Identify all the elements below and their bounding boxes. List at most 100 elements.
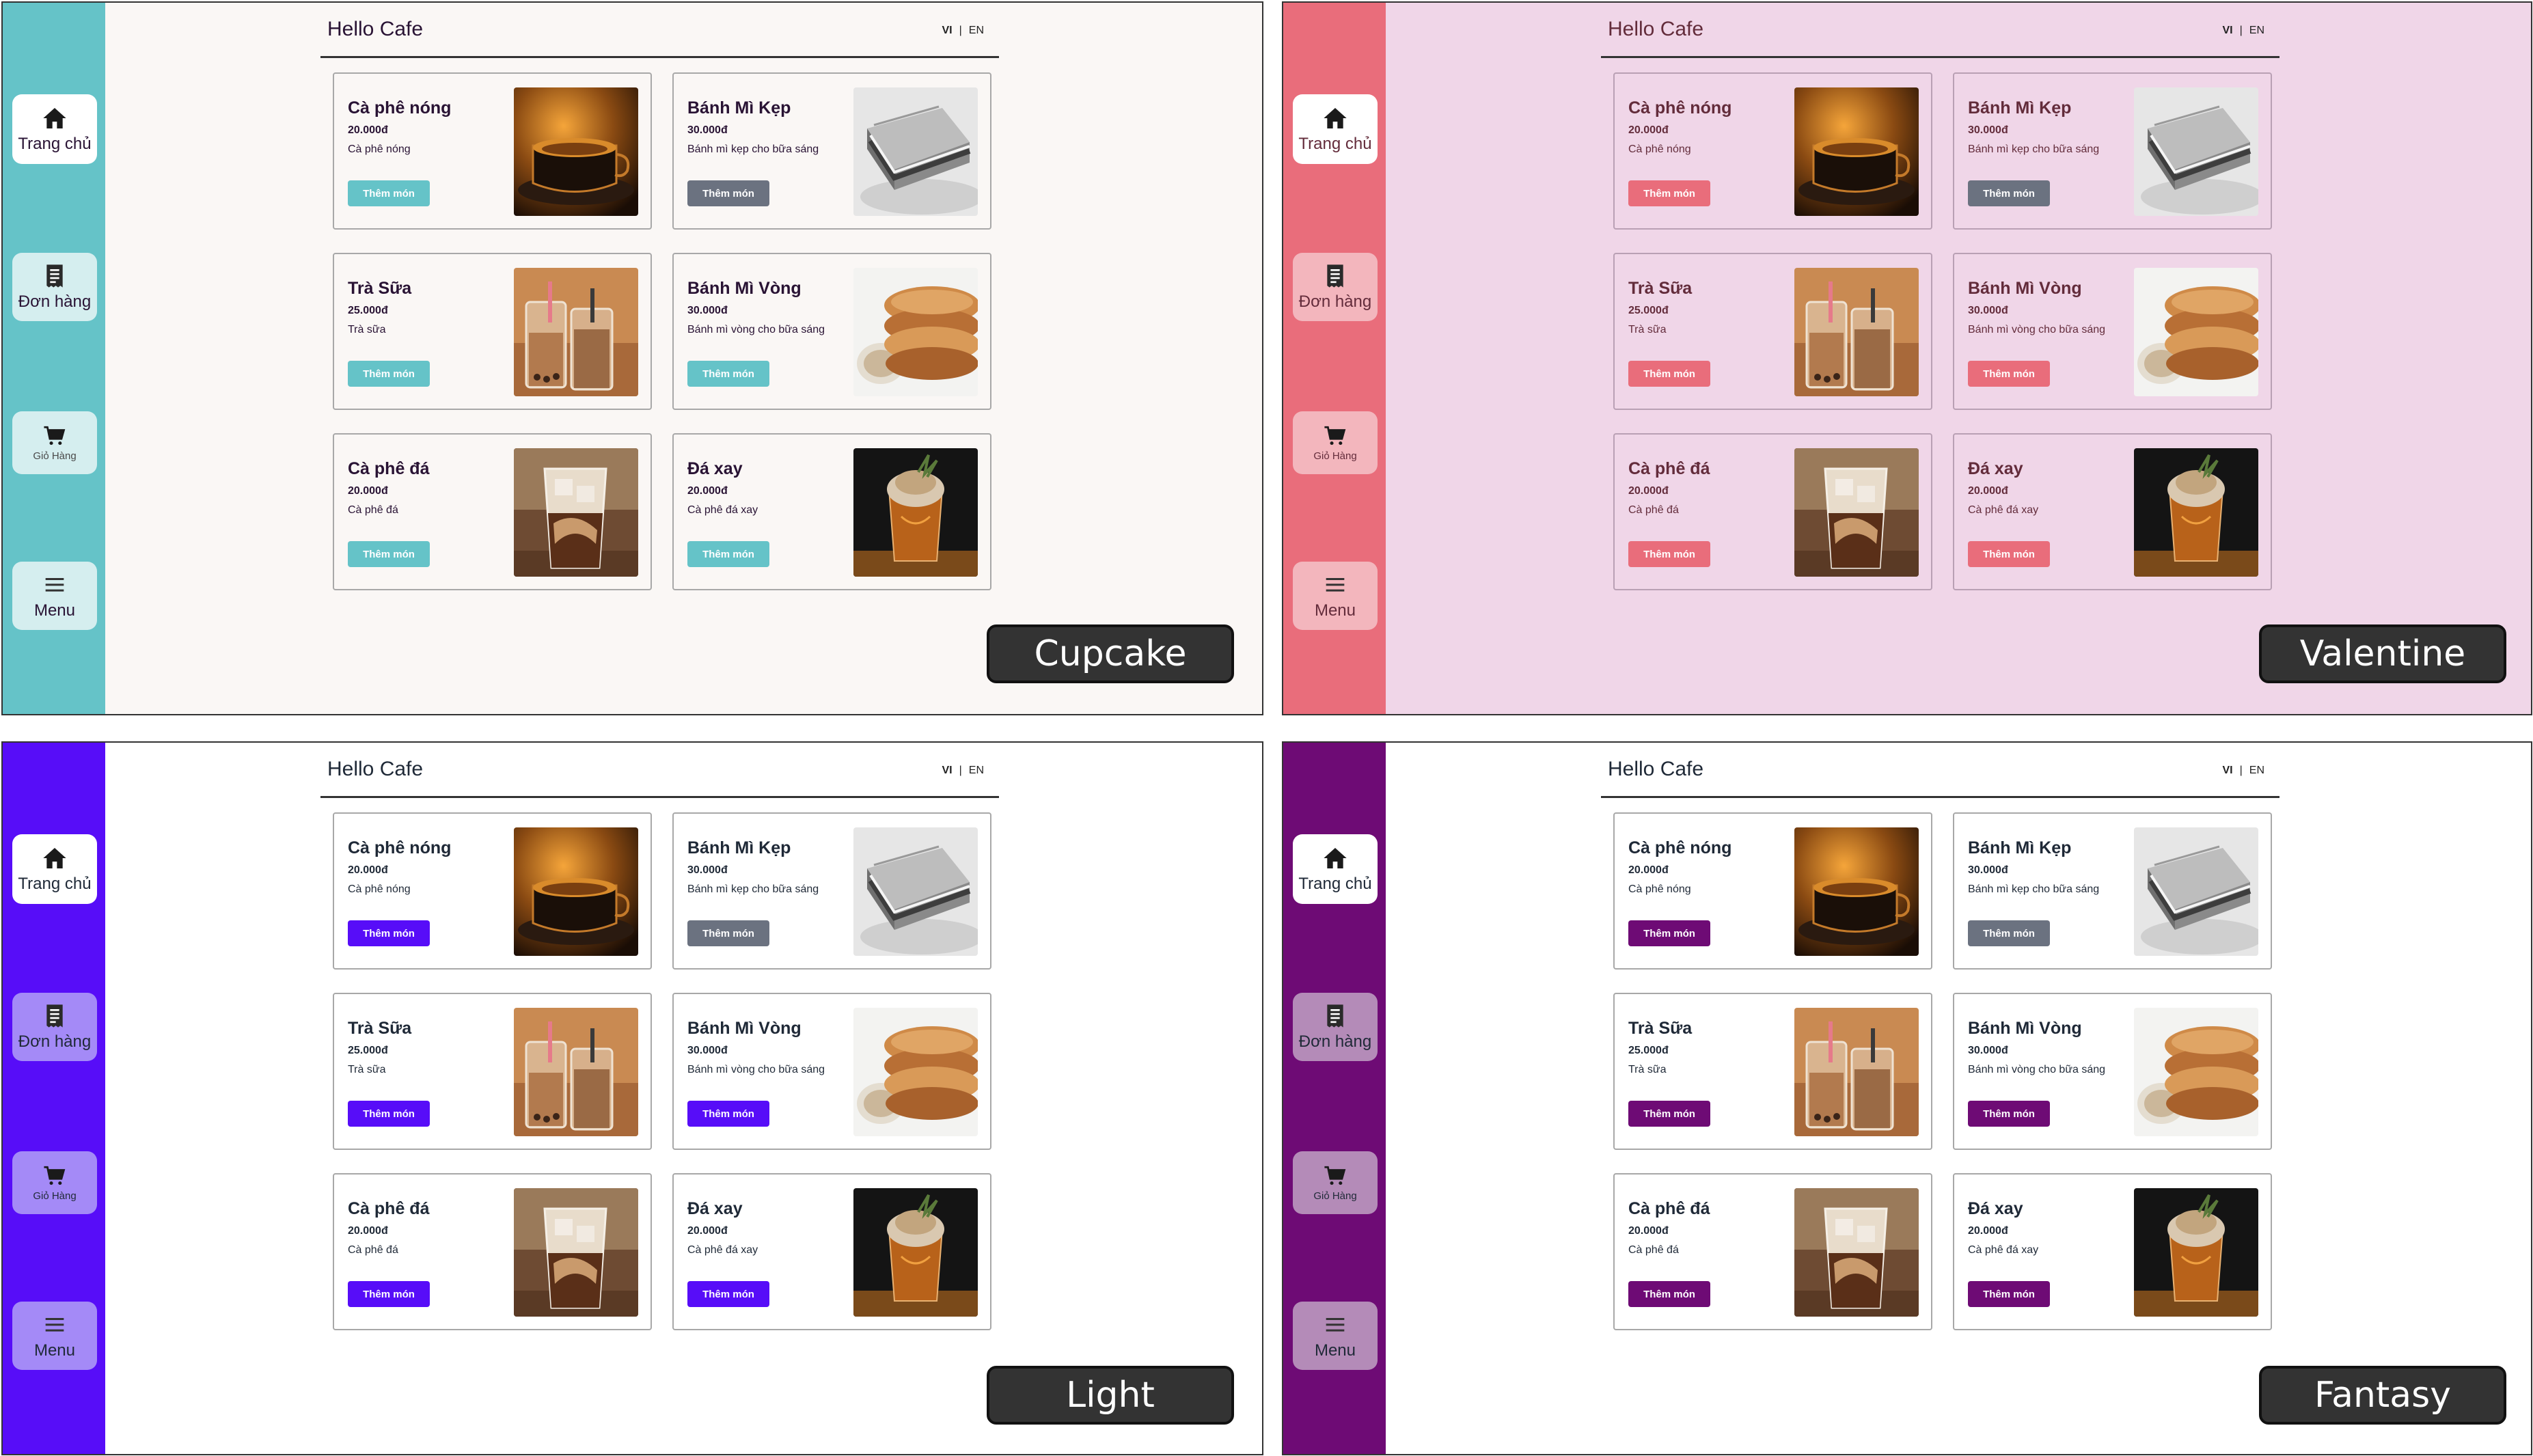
lang-vi-link[interactable]: VI: [2222, 25, 2232, 36]
product-price: 20.000đ: [1628, 864, 1669, 876]
product-price: 30.000đ: [687, 1045, 728, 1056]
nav-label: Giỏ Hàng: [1313, 450, 1357, 462]
nav-item-home[interactable]: Trang chủ: [12, 834, 97, 904]
add-item-button[interactable]: Thêm món: [348, 180, 430, 206]
product-price: 20.000đ: [348, 485, 388, 497]
add-item-button[interactable]: Thêm món: [348, 361, 430, 387]
product-price: 20.000đ: [348, 1225, 388, 1237]
product-name: Bánh Mì Vòng: [687, 1019, 802, 1038]
product-description: Cà phê đá: [1628, 504, 1679, 516]
nav-item-menu[interactable]: Menu: [1293, 562, 1378, 630]
add-item-button[interactable]: Thêm món: [687, 1281, 769, 1307]
product-description: Cà phê đá xay: [1968, 504, 2039, 516]
product-name: Trà Sữa: [1628, 1019, 1693, 1038]
nav-item-cart[interactable]: Giỏ Hàng: [12, 411, 97, 474]
product-card: Bánh Mì Kẹp 30.000đ Bánh mì kẹp cho bữa sá…: [1953, 72, 2272, 230]
nav-item-orders[interactable]: Đơn hàng: [1293, 253, 1378, 321]
product-price: 30.000đ: [687, 864, 728, 876]
lang-vi-link[interactable]: VI: [942, 765, 952, 776]
nav-item-home[interactable]: Trang chủ: [1293, 834, 1378, 904]
hot-coffee-image: [1794, 87, 1919, 216]
add-item-button[interactable]: Thêm món: [1628, 1101, 1710, 1127]
lang-separator: |: [959, 765, 962, 776]
add-item-button[interactable]: Thêm món: [687, 541, 769, 567]
add-item-button[interactable]: Thêm món: [1968, 180, 2050, 206]
lang-separator: |: [959, 25, 962, 36]
nav-item-menu[interactable]: Menu: [1293, 1302, 1378, 1370]
lang-en-link[interactable]: EN: [2249, 25, 2264, 36]
sidebar: Trang chủ Đơn hàng Giỏ Hàng Menu: [1283, 743, 1386, 1454]
language-switcher: VI | EN: [2222, 25, 2264, 37]
nav-item-cart[interactable]: Giỏ Hàng: [1293, 1151, 1378, 1214]
product-name: Trà Sữa: [348, 1019, 412, 1038]
add-item-button[interactable]: Thêm món: [687, 920, 769, 946]
cart-icon: [43, 1164, 66, 1187]
product-name: Cà phê đá: [348, 1199, 430, 1218]
product-price: 25.000đ: [1628, 1045, 1669, 1056]
product-description: Cà phê đá: [348, 504, 398, 516]
add-item-button[interactable]: Thêm món: [1968, 1281, 2050, 1307]
product-card: Đá xay 20.000đ Cà phê đá xay Thêm món: [1953, 433, 2272, 590]
product-price: 25.000đ: [348, 1045, 388, 1056]
product-description: Trà sữa: [348, 324, 386, 335]
theme-panel-valentine: Trang chủ Đơn hàng Giỏ Hàng Menu Hello Cafe V…: [1282, 1, 2532, 715]
nav-item-cart[interactable]: Giỏ Hàng: [1293, 411, 1378, 474]
add-item-button[interactable]: Thêm món: [348, 1281, 430, 1307]
product-description: Cà phê nóng: [1628, 883, 1691, 895]
product-description: Bánh mì kẹp cho bữa sáng: [1968, 883, 2100, 895]
nav-item-orders[interactable]: Đơn hàng: [1293, 993, 1378, 1061]
product-name: Bánh Mì Kẹp: [1968, 838, 2072, 857]
product-price: 30.000đ: [1968, 1045, 2008, 1056]
sandwich-image: [2134, 827, 2258, 956]
language-switcher: VI | EN: [942, 25, 984, 37]
nav-item-home[interactable]: Trang chủ: [12, 94, 97, 164]
add-item-button[interactable]: Thêm món: [1968, 1101, 2050, 1127]
theme-name-label: Fantasy: [2259, 1366, 2506, 1425]
product-description: Trà sữa: [1628, 324, 1667, 335]
nav-item-home[interactable]: Trang chủ: [1293, 94, 1378, 164]
add-item-button[interactable]: Thêm món: [1628, 1281, 1710, 1307]
product-name: Cà phê đá: [1628, 459, 1710, 478]
add-item-button[interactable]: Thêm món: [1628, 361, 1710, 387]
theme-panel-fantasy: Trang chủ Đơn hàng Giỏ Hàng Menu Hello Cafe V…: [1282, 741, 2532, 1455]
iced-coffee-image: [1794, 1188, 1919, 1317]
header: Hello Cafe VI | EN: [320, 755, 999, 798]
product-card: Đá xay 20.000đ Cà phê đá xay Thêm món: [672, 433, 991, 590]
nav-item-cart[interactable]: Giỏ Hàng: [12, 1151, 97, 1214]
lang-separator: |: [2239, 25, 2243, 36]
iced-coffee-image: [1794, 448, 1919, 577]
add-item-button[interactable]: Thêm món: [687, 180, 769, 206]
lang-vi-link[interactable]: VI: [2222, 765, 2232, 776]
nav-label: Trang chủ: [18, 135, 92, 153]
product-price: 20.000đ: [687, 485, 728, 497]
nav-label: Đơn hàng: [18, 1032, 92, 1051]
lang-en-link[interactable]: EN: [969, 765, 984, 776]
add-item-button[interactable]: Thêm món: [348, 541, 430, 567]
nav-item-orders[interactable]: Đơn hàng: [12, 253, 97, 321]
product-name: Đá xay: [687, 459, 743, 478]
add-item-button[interactable]: Thêm món: [1628, 920, 1710, 946]
lang-en-link[interactable]: EN: [969, 25, 984, 36]
milk-tea-image: [514, 1008, 638, 1136]
nav-label: Menu: [33, 1341, 76, 1360]
product-price: 20.000đ: [1628, 485, 1669, 497]
lang-vi-link[interactable]: VI: [942, 25, 952, 36]
cart-icon: [1324, 424, 1347, 448]
add-item-button[interactable]: Thêm món: [687, 1101, 769, 1127]
nav-item-menu[interactable]: Menu: [12, 562, 97, 630]
lang-en-link[interactable]: EN: [2249, 765, 2264, 776]
add-item-button[interactable]: Thêm món: [348, 920, 430, 946]
theme-panel-cupcake: Trang chủ Đơn hàng Giỏ Hàng Menu Hello Cafe V…: [1, 1, 1263, 715]
add-item-button[interactable]: Thêm món: [1968, 361, 2050, 387]
add-item-button[interactable]: Thêm món: [1628, 180, 1710, 206]
product-card: Cà phê nóng 20.000đ Cà phê nóng Thêm món: [1613, 812, 1932, 970]
add-item-button[interactable]: Thêm món: [1968, 920, 2050, 946]
add-item-button[interactable]: Thêm món: [1968, 541, 2050, 567]
add-item-button[interactable]: Thêm món: [1628, 541, 1710, 567]
nav-item-orders[interactable]: Đơn hàng: [12, 993, 97, 1061]
add-item-button[interactable]: Thêm món: [348, 1101, 430, 1127]
add-item-button[interactable]: Thêm món: [687, 361, 769, 387]
nav-item-menu[interactable]: Menu: [12, 1302, 97, 1370]
product-card: Cà phê đá 20.000đ Cà phê đá Thêm món: [1613, 433, 1932, 590]
receipt-icon: [1322, 1002, 1349, 1030]
